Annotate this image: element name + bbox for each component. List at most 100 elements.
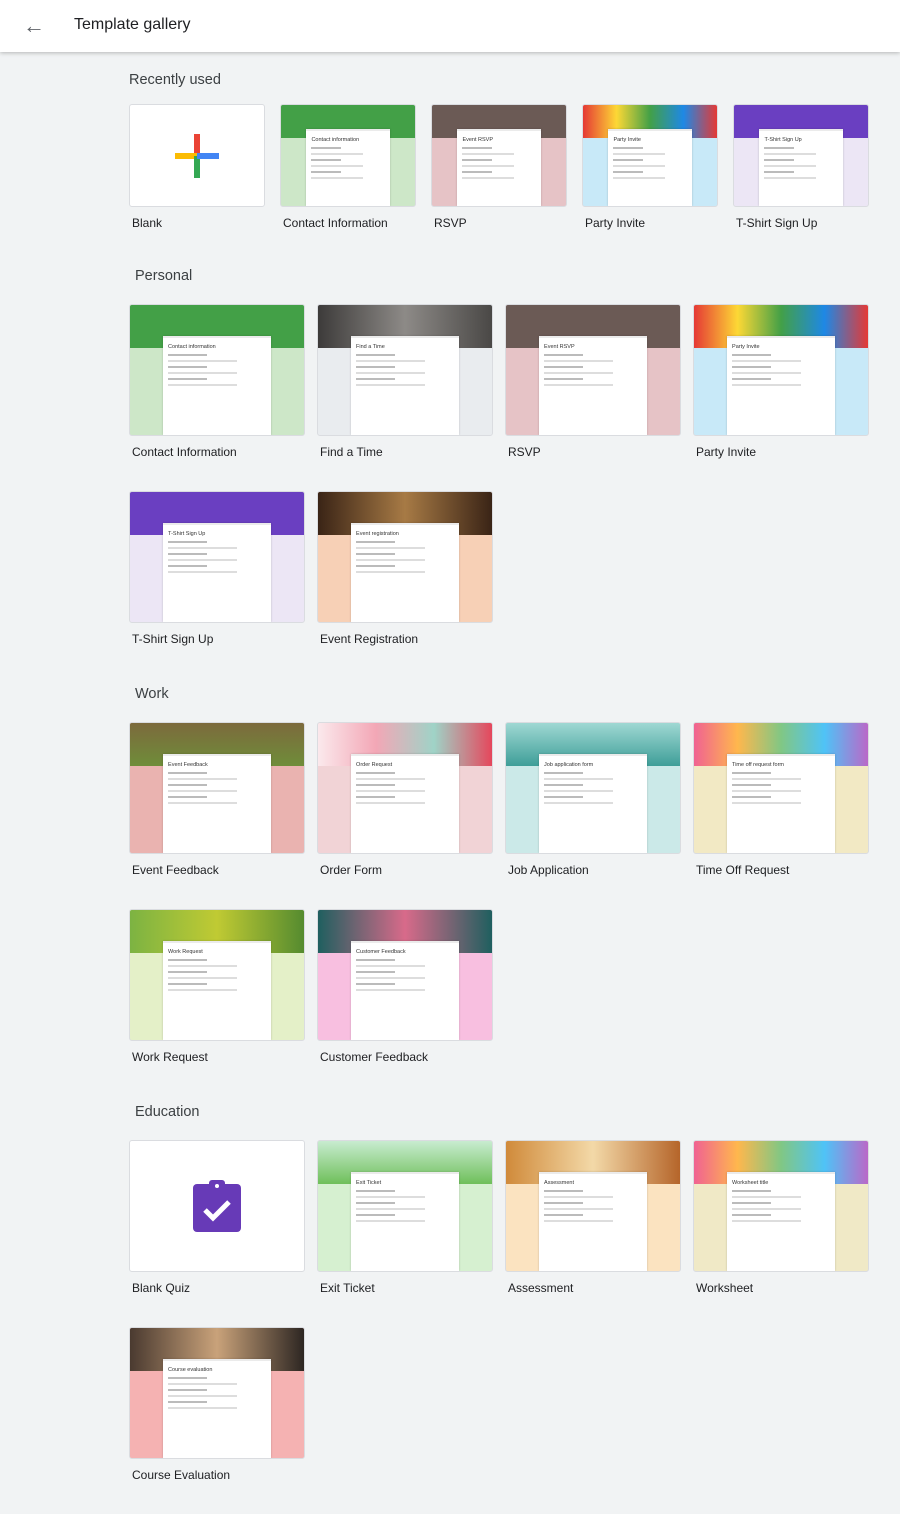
form-preview: Course evaluation: [163, 1359, 271, 1458]
template-label[interactable]: Assessment: [508, 1281, 681, 1295]
template-thumbnail[interactable]: Work Request: [129, 909, 305, 1041]
template-time-off-request[interactable]: Time off request form Time Off Request: [693, 722, 869, 909]
form-preview: Work Request: [163, 941, 271, 1040]
form-preview: Event RSVP: [457, 129, 541, 206]
form-preview-title: Party Invite: [613, 137, 641, 144]
template-label[interactable]: Exit Ticket: [320, 1281, 493, 1295]
template-party-invite[interactable]: Party Invite Party Invite: [693, 304, 869, 491]
form-preview-title: Time off request form: [732, 762, 785, 769]
section-title: Personal: [135, 268, 193, 284]
form-preview: Party Invite: [727, 336, 835, 435]
template-thumbnail[interactable]: Job application form: [505, 722, 681, 854]
plus-icon: [175, 133, 219, 178]
template-job-application[interactable]: Job application form Job Application: [505, 722, 681, 909]
form-preview-title: T-Shirt Sign Up: [168, 531, 206, 538]
section-title: Education: [135, 1104, 200, 1120]
template-work-request[interactable]: Work Request Work Request: [129, 909, 305, 1096]
form-preview: T-Shirt Sign Up: [163, 523, 271, 622]
form-preview-title: Party Invite: [732, 344, 760, 351]
template-event-registration[interactable]: Event registration Event Registration: [317, 491, 493, 678]
template-label[interactable]: Customer Feedback: [320, 1050, 493, 1064]
template-thumbnail[interactable]: Customer Feedback: [317, 909, 493, 1041]
template-thumbnail[interactable]: Assessment: [505, 1140, 681, 1272]
template-assessment[interactable]: Assessment Assessment: [505, 1140, 681, 1327]
top-bar: ← Template gallery: [0, 0, 900, 52]
form-preview-title: Event RSVP: [544, 344, 575, 351]
form-preview: Order Request: [351, 754, 459, 853]
template-thumbnail[interactable]: T-Shirt Sign Up: [129, 491, 305, 623]
template-worksheet[interactable]: Worksheet title Worksheet: [693, 1140, 869, 1327]
form-preview-title: Worksheet title: [732, 1180, 769, 1187]
template-label[interactable]: Contact Information: [132, 445, 305, 459]
template-label[interactable]: Contact Information: [283, 216, 416, 230]
section-title: Recently used: [129, 72, 221, 88]
form-preview-title: Find a Time: [356, 344, 385, 351]
template-thumbnail[interactable]: T-Shirt Sign Up: [733, 104, 869, 207]
template-blank-quiz[interactable]: Blank Quiz: [129, 1140, 305, 1327]
template-thumbnail[interactable]: Event RSVP: [431, 104, 567, 207]
form-preview: Time off request form: [727, 754, 835, 853]
form-preview: Event Feedback: [163, 754, 271, 853]
template-thumbnail[interactable]: Order Request: [317, 722, 493, 854]
template-label[interactable]: Event Registration: [320, 632, 493, 646]
template-thumbnail[interactable]: Worksheet title: [693, 1140, 869, 1272]
template-label[interactable]: Event Feedback: [132, 863, 305, 877]
template-thumbnail[interactable]: [129, 104, 265, 207]
page-title: Template gallery: [74, 16, 191, 33]
template-rsvp[interactable]: Event RSVP RSVP: [505, 304, 681, 491]
template-contact-information[interactable]: Contact information Contact Information: [129, 304, 305, 491]
template-label[interactable]: T-Shirt Sign Up: [132, 632, 305, 646]
template-label[interactable]: Time Off Request: [696, 863, 869, 877]
template-exit-ticket[interactable]: Exit Ticket Exit Ticket: [317, 1140, 493, 1327]
template-label[interactable]: T-Shirt Sign Up: [736, 216, 869, 230]
template-label[interactable]: Work Request: [132, 1050, 305, 1064]
form-preview: Exit Ticket: [351, 1172, 459, 1271]
template-thumbnail[interactable]: Time off request form: [693, 722, 869, 854]
template-label[interactable]: Order Form: [320, 863, 493, 877]
template-event-feedback[interactable]: Event Feedback Event Feedback: [129, 722, 305, 909]
template-label[interactable]: Worksheet: [696, 1281, 869, 1295]
template-label[interactable]: Blank Quiz: [132, 1281, 305, 1295]
form-preview: Contact information: [163, 336, 271, 435]
template-t-shirt-sign-up[interactable]: T-Shirt Sign Up T-Shirt Sign Up: [733, 104, 869, 230]
template-thumbnail[interactable]: Exit Ticket: [317, 1140, 493, 1272]
template-contact-information[interactable]: Contact information Contact Information: [280, 104, 416, 230]
template-thumbnail[interactable]: Party Invite: [582, 104, 718, 207]
template-find-a-time[interactable]: Find a Time Find a Time: [317, 304, 493, 491]
template-rsvp[interactable]: Event RSVP RSVP: [431, 104, 567, 230]
template-label[interactable]: Party Invite: [585, 216, 718, 230]
form-preview-title: Course evaluation: [168, 1367, 213, 1374]
template-thumbnail[interactable]: Event RSVP: [505, 304, 681, 436]
arrow-left-icon: ←: [23, 13, 45, 38]
template-label[interactable]: Course Evaluation: [132, 1468, 305, 1482]
form-preview: Customer Feedback: [351, 941, 459, 1040]
form-preview: Worksheet title: [727, 1172, 835, 1271]
template-t-shirt-sign-up[interactable]: T-Shirt Sign Up T-Shirt Sign Up: [129, 491, 305, 678]
form-preview-title: Event Feedback: [168, 762, 208, 769]
back-button[interactable]: ←: [20, 12, 48, 40]
form-preview-title: Event RSVP: [462, 137, 494, 144]
template-thumbnail[interactable]: Find a Time: [317, 304, 493, 436]
template-thumbnail[interactable]: Event Feedback: [129, 722, 305, 854]
template-label[interactable]: Blank: [132, 216, 265, 230]
template-label[interactable]: Find a Time: [320, 445, 493, 459]
form-preview: Party Invite: [608, 129, 692, 206]
template-thumbnail[interactable]: [129, 1140, 305, 1272]
template-customer-feedback[interactable]: Customer Feedback Customer Feedback: [317, 909, 493, 1096]
quiz-clipboard-icon: [193, 1180, 241, 1232]
form-preview: Contact information: [306, 129, 390, 206]
template-thumbnail[interactable]: Course evaluation: [129, 1327, 305, 1459]
template-order-form[interactable]: Order Request Order Form: [317, 722, 493, 909]
template-label[interactable]: Party Invite: [696, 445, 869, 459]
template-thumbnail[interactable]: Event registration: [317, 491, 493, 623]
template-thumbnail[interactable]: Party Invite: [693, 304, 869, 436]
template-blank[interactable]: Blank: [129, 104, 265, 230]
template-label[interactable]: Job Application: [508, 863, 681, 877]
template-thumbnail[interactable]: Contact information: [129, 304, 305, 436]
template-party-invite[interactable]: Party Invite Party Invite: [582, 104, 718, 230]
template-thumbnail[interactable]: Contact information: [280, 104, 416, 207]
template-label[interactable]: RSVP: [508, 445, 681, 459]
template-course-evaluation[interactable]: Course evaluation Course Evaluation: [129, 1327, 305, 1514]
section-title: Work: [135, 686, 169, 702]
template-label[interactable]: RSVP: [434, 216, 567, 230]
